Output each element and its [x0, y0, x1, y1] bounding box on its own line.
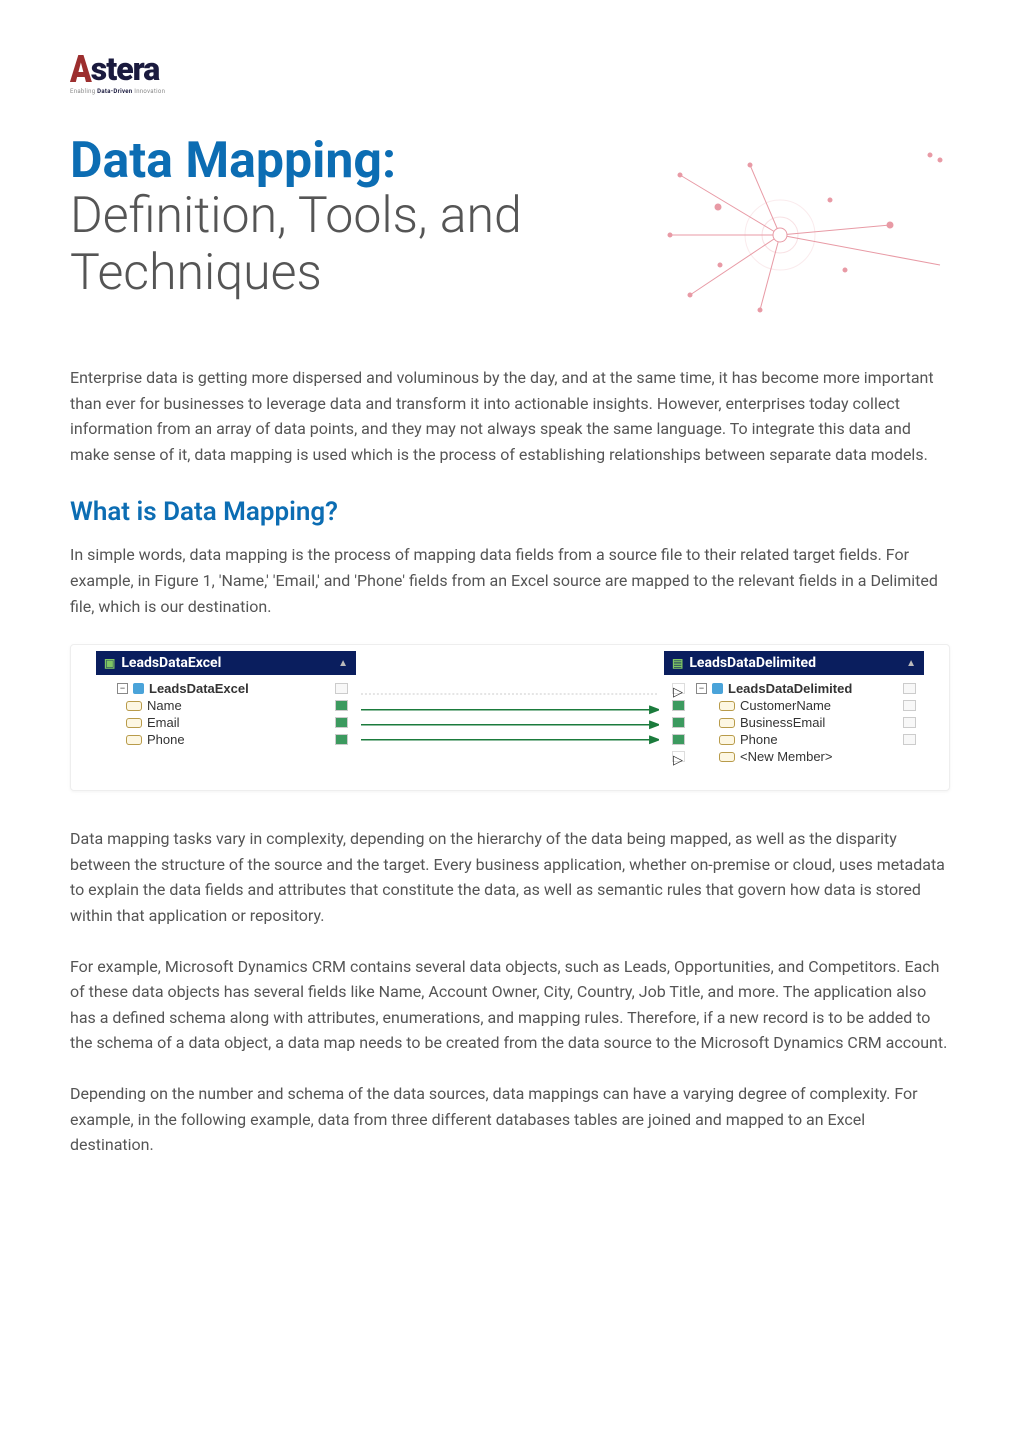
hero-decorative-graphic [630, 135, 950, 335]
field-icon [126, 701, 142, 711]
field-icon [719, 701, 735, 711]
group-icon [133, 683, 144, 694]
logo-glyph-icon: A [70, 46, 91, 92]
target-field-label: Phone [740, 732, 778, 747]
target-title: LeadsDataDelimited [689, 655, 816, 671]
logo-tagline: Enabling Data-Driven Innovation [70, 88, 950, 95]
body-paragraph: Depending on the number and schema of th… [70, 1081, 950, 1158]
source-group-row: − LeadsDataExcel [96, 680, 356, 697]
output-port-icon [335, 734, 348, 745]
source-field-row: Email [96, 714, 356, 731]
intro-paragraph: Enterprise data is getting more disperse… [70, 365, 950, 467]
group-icon [712, 683, 723, 694]
source-entity-box: ▣ LeadsDataExcel ▲ − LeadsDataExcel Name… [96, 651, 356, 770]
field-icon [126, 735, 142, 745]
mapping-diagram-figure: ▣ LeadsDataExcel ▲ − LeadsDataExcel Name… [70, 644, 950, 791]
source-header: ▣ LeadsDataExcel ▲ [96, 651, 356, 675]
input-port-icon [672, 700, 685, 711]
input-port-icon [672, 717, 685, 728]
section1-paragraph: In simple words, data mapping is the pro… [70, 542, 950, 619]
input-port-icon [672, 734, 685, 745]
output-port-icon [335, 717, 348, 728]
page-title-strong: Data Mapping: [70, 135, 600, 188]
target-header: ▤ LeadsDataDelimited ▲ [664, 651, 924, 675]
hero-section: Data Mapping: Definition, Tools, and Tec… [70, 135, 950, 335]
excel-icon: ▣ [104, 656, 115, 670]
section-heading-what-is: What is Data Mapping? [70, 497, 950, 527]
output-port-icon [903, 683, 916, 694]
collapse-up-icon: ▲ [906, 658, 916, 669]
delimited-file-icon: ▤ [672, 656, 683, 670]
source-field-label: Name [147, 698, 182, 713]
field-icon [126, 718, 142, 728]
target-field-row: BusinessEmail [664, 714, 924, 731]
logo-text: stera [91, 50, 160, 88]
field-icon [719, 718, 735, 728]
logo-tagline-bold: Data-Driven [97, 88, 132, 95]
target-group-label: LeadsDataDelimited [728, 681, 852, 696]
body-paragraph: Data mapping tasks vary in complexity, d… [70, 826, 950, 928]
output-port-icon [903, 717, 916, 728]
tree-collapse-icon: − [696, 683, 707, 694]
mapping-connectors [361, 685, 659, 775]
tree-collapse-icon: − [117, 683, 128, 694]
target-field-label: <New Member> [740, 749, 832, 764]
input-port-icon: ▷ [672, 683, 685, 694]
source-field-label: Email [147, 715, 180, 730]
source-field-row: Phone [96, 731, 356, 748]
source-group-label: LeadsDataExcel [149, 681, 249, 696]
field-icon [719, 752, 735, 762]
output-port-icon [335, 683, 348, 694]
target-field-label: BusinessEmail [740, 715, 825, 730]
target-entity-box: ▤ LeadsDataDelimited ▲ ▷ − LeadsDataDeli… [664, 651, 924, 770]
source-field-label: Phone [147, 732, 185, 747]
source-field-row: Name [96, 697, 356, 714]
target-field-label: CustomerName [740, 698, 831, 713]
target-group-row: ▷ − LeadsDataDelimited [664, 680, 924, 697]
field-icon [719, 735, 735, 745]
source-title: LeadsDataExcel [121, 655, 221, 671]
body-paragraph: For example, Microsoft Dynamics CRM cont… [70, 954, 950, 1056]
target-field-row: CustomerName [664, 697, 924, 714]
output-port-icon [903, 700, 916, 711]
logo-tagline-post: Innovation [132, 88, 165, 95]
page-title-rest: Definition, Tools, and Techniques [70, 188, 600, 303]
collapse-up-icon: ▲ [338, 658, 348, 669]
target-field-row: ▷ <New Member> [664, 748, 924, 765]
output-port-icon [903, 734, 916, 745]
target-field-row: Phone [664, 731, 924, 748]
brand-logo: Astera Enabling Data-Driven Innovation [70, 50, 950, 95]
output-port-icon [335, 700, 348, 711]
input-port-icon: ▷ [672, 751, 685, 762]
